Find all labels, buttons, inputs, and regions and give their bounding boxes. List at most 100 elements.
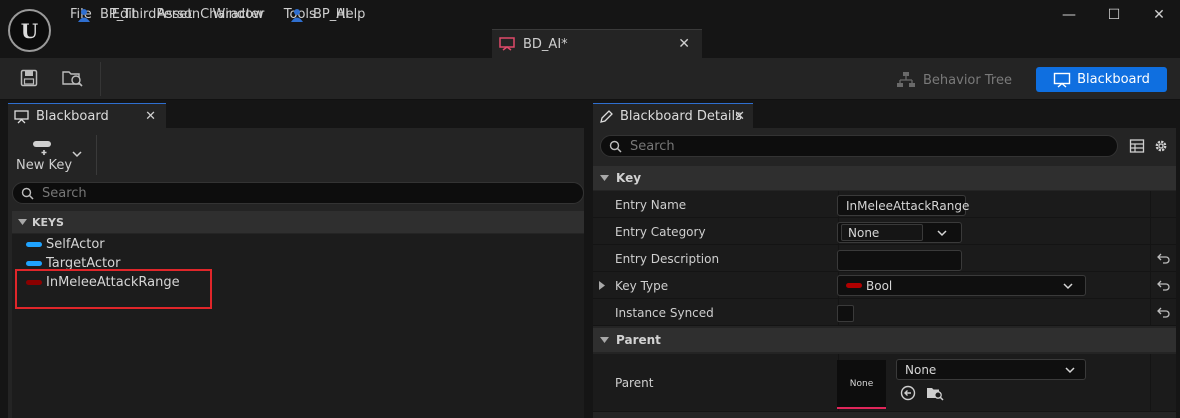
key-type-value: Bool bbox=[866, 278, 893, 293]
property-label: Entry Name bbox=[615, 197, 687, 212]
settings-gear-icon[interactable] bbox=[1153, 138, 1169, 157]
minimize-button[interactable]: — bbox=[1054, 4, 1084, 26]
column-divider bbox=[1150, 272, 1151, 298]
details-panel-tabbar: Blackboard Details ✕ bbox=[593, 101, 1176, 129]
browse-asset-button[interactable] bbox=[60, 67, 86, 91]
details-tab-label: Blackboard Details bbox=[620, 109, 742, 124]
doc-tab-bd-ai[interactable]: BD_AI* ✕ bbox=[492, 29, 702, 58]
doc-tab-bp-thirdpersoncharacter[interactable]: BP_ThirdPersonCharacter bbox=[76, 0, 276, 29]
keys-header-label: KEYS bbox=[32, 215, 64, 229]
blackboard-search-input[interactable]: Search bbox=[12, 182, 584, 204]
save-button[interactable] bbox=[16, 67, 42, 91]
search-icon bbox=[21, 187, 34, 200]
entry-category-row: Entry Category None bbox=[593, 218, 1176, 245]
parent-section-header[interactable]: Parent bbox=[593, 328, 1176, 352]
toolbar-divider bbox=[100, 62, 101, 96]
doc-tab-bp-ai[interactable]: BP_AI bbox=[289, 0, 409, 29]
expand-arrow-icon[interactable] bbox=[599, 281, 606, 290]
keys-category-header[interactable]: KEYS bbox=[12, 211, 584, 233]
column-divider bbox=[1150, 354, 1151, 411]
collapse-arrow-icon bbox=[18, 218, 27, 226]
key-section-header[interactable]: Key bbox=[593, 166, 1176, 190]
entry-category-value: None bbox=[848, 225, 880, 240]
entry-name-field[interactable]: InMeleeAttackRange bbox=[837, 195, 970, 216]
column-divider bbox=[1150, 299, 1151, 325]
blueprint-pawn-icon bbox=[289, 7, 305, 23]
reset-to-default-icon[interactable] bbox=[1155, 250, 1171, 266]
details-tab-icon bbox=[599, 109, 613, 124]
property-label: Instance Synced bbox=[615, 305, 714, 320]
behavior-tree-label: Behavior Tree bbox=[923, 72, 1012, 88]
toolbar: Behavior Tree Blackboard bbox=[0, 58, 1180, 100]
instance-synced-checkbox[interactable] bbox=[837, 305, 854, 322]
maximize-button[interactable]: ☐ bbox=[1099, 4, 1129, 26]
entry-category-text[interactable]: None bbox=[841, 224, 923, 241]
parent-asset-thumbnail[interactable]: None bbox=[837, 360, 886, 409]
thumbnail-label: None bbox=[849, 378, 874, 389]
reset-to-default-icon[interactable] bbox=[1155, 277, 1171, 293]
dropdown-chevron-icon bbox=[72, 147, 82, 161]
property-label: Entry Category bbox=[615, 224, 706, 239]
close-panel-icon[interactable]: ✕ bbox=[734, 109, 745, 124]
key-item-selfactor[interactable]: SelfActor bbox=[26, 235, 105, 253]
close-window-button[interactable]: ✕ bbox=[1144, 4, 1174, 26]
new-key-icon bbox=[32, 139, 54, 158]
blackboard-icon bbox=[1053, 72, 1071, 88]
blackboard-mode-label: Blackboard bbox=[1077, 72, 1150, 87]
blackboard-panel-tabbar: Blackboard ✕ bbox=[8, 101, 584, 129]
table-view-icon[interactable] bbox=[1129, 138, 1145, 157]
behavior-tree-mode-button[interactable]: Behavior Tree bbox=[896, 68, 1012, 92]
close-tab-icon[interactable]: ✕ bbox=[678, 36, 690, 52]
details-search-input[interactable]: Search bbox=[600, 135, 1118, 157]
search-placeholder: Search bbox=[42, 185, 87, 201]
browse-to-asset-icon[interactable] bbox=[926, 385, 944, 404]
chevron-down-icon bbox=[1065, 366, 1075, 374]
column-divider bbox=[1150, 245, 1151, 271]
column-divider bbox=[1150, 218, 1151, 244]
blackboard-panel-tab[interactable]: Blackboard ✕ bbox=[8, 103, 166, 129]
property-label: Key Type bbox=[615, 278, 669, 293]
blackboard-tab-label: Blackboard bbox=[36, 109, 109, 124]
new-key-button[interactable]: New Key bbox=[16, 137, 90, 175]
chevron-down-icon bbox=[937, 229, 947, 237]
property-label: Entry Description bbox=[615, 251, 720, 266]
new-key-label: New Key bbox=[16, 158, 73, 173]
blackboard-mode-button[interactable]: Blackboard bbox=[1036, 67, 1167, 92]
behavior-tree-icon bbox=[896, 71, 916, 89]
doc-tab-label: BD_AI* bbox=[523, 36, 568, 52]
collapse-arrow-icon bbox=[600, 336, 609, 344]
collapse-arrow-icon bbox=[600, 174, 609, 182]
blueprint-pawn-icon bbox=[76, 7, 92, 23]
entry-name-value: InMeleeAttackRange bbox=[846, 198, 970, 213]
blackboard-tab-icon bbox=[14, 109, 29, 124]
doc-tab-label: BP_AI bbox=[313, 7, 349, 22]
title-bar: U File Edit Asset Window Tools Help — ☐ … bbox=[0, 0, 1180, 58]
toolbar-divider bbox=[96, 135, 97, 175]
object-key-type-icon bbox=[26, 241, 42, 247]
entry-category-combo[interactable]: None bbox=[837, 222, 962, 243]
key-name: SelfActor bbox=[46, 236, 105, 252]
search-placeholder: Search bbox=[630, 138, 675, 154]
entry-description-row: Entry Description bbox=[593, 245, 1176, 272]
property-label: Parent bbox=[615, 376, 654, 390]
section-label: Key bbox=[616, 171, 642, 185]
selection-highlight-box bbox=[15, 269, 212, 309]
reset-to-default-icon[interactable] bbox=[1155, 304, 1171, 320]
parent-asset-combo[interactable]: None bbox=[896, 359, 1086, 380]
save-icon bbox=[20, 69, 38, 90]
parent-row: Parent None None bbox=[593, 354, 1176, 412]
blackboard-details-tab[interactable]: Blackboard Details ✕ bbox=[593, 103, 753, 129]
unreal-logo-icon[interactable]: U bbox=[8, 9, 51, 52]
bool-key-type-icon bbox=[846, 283, 862, 288]
column-divider bbox=[1150, 191, 1151, 217]
key-type-row: Key Type Bool bbox=[593, 272, 1176, 299]
chevron-down-icon bbox=[1063, 282, 1073, 290]
use-selected-asset-icon[interactable] bbox=[900, 385, 916, 404]
entry-description-field[interactable] bbox=[837, 250, 962, 271]
close-panel-icon[interactable]: ✕ bbox=[145, 109, 156, 124]
object-key-type-icon bbox=[26, 260, 42, 266]
browse-asset-icon bbox=[62, 68, 84, 91]
entry-name-row: Entry Name InMeleeAttackRange bbox=[593, 191, 1176, 218]
blackboard-asset-icon bbox=[499, 36, 515, 52]
key-type-combo[interactable]: Bool bbox=[837, 275, 1086, 296]
